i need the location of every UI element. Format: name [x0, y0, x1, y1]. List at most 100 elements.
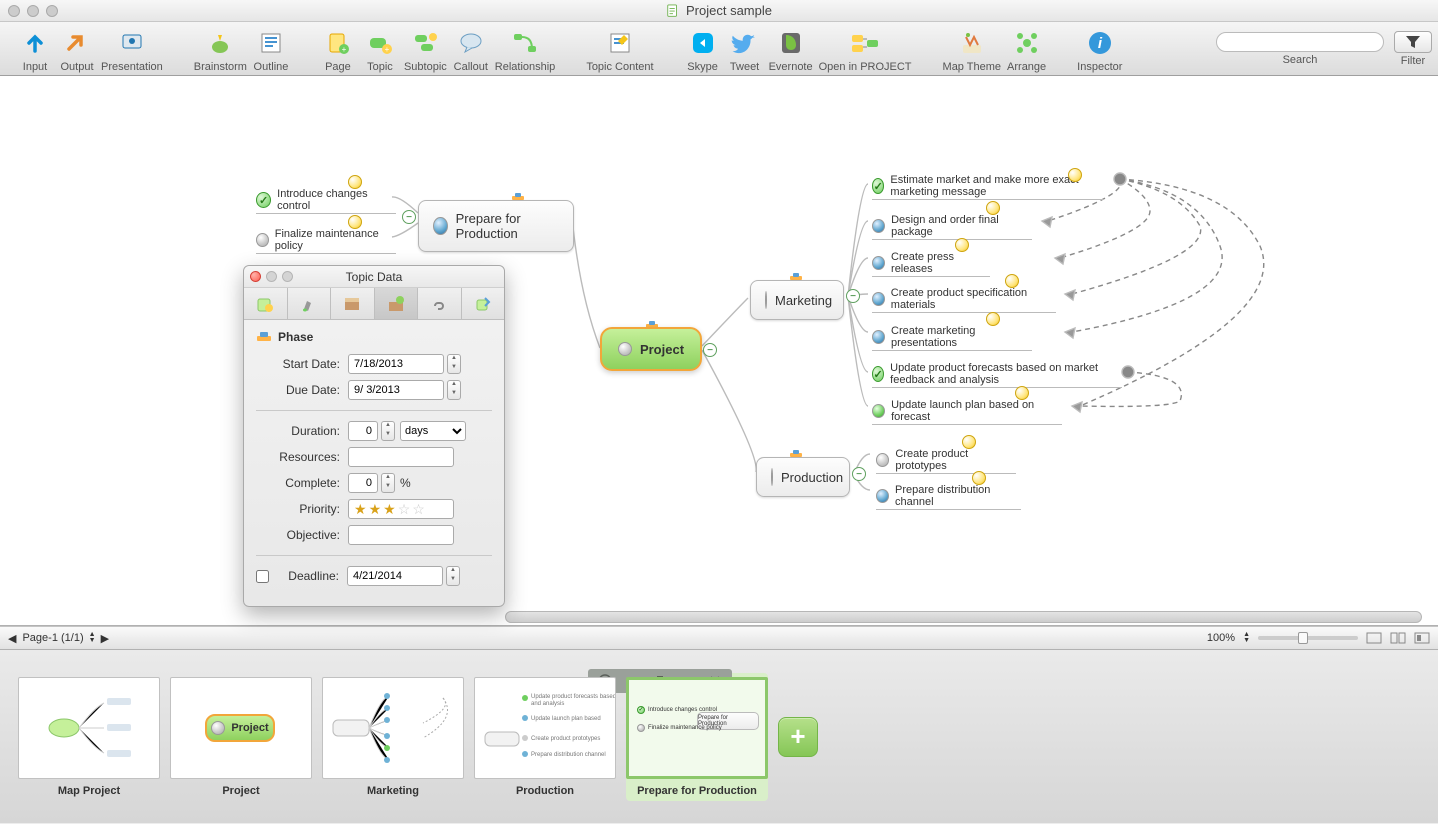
subitem[interactable]: Update launch plan based on forecast [872, 399, 1062, 423]
subitem[interactable]: Create product specification materials [872, 287, 1056, 311]
complete-label: Complete: [256, 476, 348, 490]
zoom-slider[interactable] [1258, 636, 1358, 640]
clock-icon [955, 238, 969, 252]
next-page-button[interactable]: ▶ [101, 632, 109, 645]
subitem[interactable]: Finalize maintenance policy [256, 228, 396, 252]
slide-thumbnail[interactable]: ProjectProject [170, 677, 312, 797]
outline-button[interactable]: Outline [250, 27, 292, 73]
slide-thumbnail[interactable]: Map Project [18, 677, 160, 797]
resources-label: Resources: [256, 450, 348, 464]
view-mode-3-icon[interactable] [1414, 631, 1430, 645]
close-icon[interactable] [250, 271, 261, 282]
objective-input[interactable] [348, 525, 454, 545]
search-label: Search [1283, 54, 1318, 66]
tab-export[interactable] [462, 288, 505, 319]
subitem[interactable]: Design and order final package [872, 214, 1032, 238]
due-date-label: Due Date: [256, 383, 348, 397]
tab-box[interactable] [331, 288, 375, 319]
brainstorm-button[interactable]: Brainstorm [191, 27, 250, 73]
due-date-input[interactable] [348, 380, 444, 400]
subitem[interactable]: Prepare distribution channel [876, 484, 1021, 508]
duration-unit-select[interactable]: days [400, 421, 466, 441]
deadline-checkbox[interactable] [256, 570, 269, 583]
node-marketing[interactable]: Marketing [750, 280, 844, 320]
clock-icon [348, 175, 362, 189]
complete-input[interactable] [348, 473, 378, 493]
clock-icon [962, 435, 976, 449]
clock-icon [1015, 386, 1029, 400]
slide-thumbnail[interactable]: Update product forecasts based on filean… [474, 677, 616, 797]
subitem[interactable]: Create press releases [872, 251, 990, 275]
presentation-button[interactable]: Presentation [98, 27, 166, 73]
tab-add[interactable] [244, 288, 288, 319]
toolbar: Input Output Presentation Brainstorm Out… [0, 22, 1438, 76]
stepper[interactable]: ▲▼ [381, 473, 395, 493]
check-icon: ✓ [256, 192, 271, 208]
tweet-button[interactable]: Tweet [724, 27, 766, 73]
root-node-project[interactable]: Project [600, 327, 702, 371]
topic-button[interactable]: +Topic [359, 27, 401, 73]
open-in-project-button[interactable]: Open in PROJECT [816, 27, 915, 73]
scrollbar-horizontal[interactable] [505, 611, 1422, 623]
collapse-icon[interactable]: − [402, 210, 416, 224]
stepper[interactable]: ▲▼ [447, 380, 461, 400]
stepper[interactable]: ▲▼ [447, 354, 461, 374]
duration-input[interactable] [348, 421, 378, 441]
priority-stars[interactable]: ★★★☆☆ [348, 499, 454, 519]
view-mode-2-icon[interactable] [1390, 631, 1406, 645]
start-date-input[interactable] [348, 354, 444, 374]
subtopic-button[interactable]: Subtopic [401, 27, 450, 73]
topic-content-button[interactable]: Topic Content [583, 27, 656, 73]
node-production[interactable]: Production [756, 457, 850, 497]
page-stepper[interactable]: ▲▼ [89, 632, 96, 644]
mindmap-canvas[interactable]: Project − Prepare for Production − ✓Intr… [0, 76, 1438, 626]
add-slide-button[interactable]: + [778, 717, 818, 757]
clock-icon [972, 471, 986, 485]
zoom-stepper[interactable]: ▲▼ [1243, 632, 1250, 644]
output-button[interactable]: Output [56, 27, 98, 73]
prev-page-button[interactable]: ◀ [8, 632, 16, 645]
duration-label: Duration: [256, 424, 348, 438]
clock-icon [986, 312, 1000, 326]
svg-text:Prepare distribution channel: Prepare distribution channel [531, 752, 606, 758]
check-icon: ✓ [872, 366, 884, 382]
slide-thumbnail[interactable]: Marketing [322, 677, 464, 797]
window-titlebar: Project sample [0, 0, 1438, 22]
stepper[interactable]: ▲▼ [446, 566, 460, 586]
subitem[interactable]: ✓Introduce changes control [256, 188, 396, 212]
collapse-icon[interactable]: − [703, 343, 717, 357]
popup-traffic-lights[interactable] [250, 271, 293, 282]
map-theme-button[interactable]: Map Theme [940, 27, 1005, 73]
arrange-button[interactable]: Arrange [1004, 27, 1049, 73]
tab-link[interactable] [418, 288, 462, 319]
search-input[interactable] [1216, 32, 1384, 52]
document-icon [666, 4, 680, 18]
evernote-button[interactable]: Evernote [766, 27, 816, 73]
deadline-label: Deadline: [275, 569, 347, 583]
node-prepare-production[interactable]: Prepare for Production [418, 200, 574, 252]
deadline-input[interactable] [347, 566, 443, 586]
subitem[interactable]: Create marketing presentations [872, 325, 1032, 349]
collapse-icon[interactable]: − [852, 467, 866, 481]
slide-thumbnail-selected[interactable]: Prepare for Production✓Introduce changes… [626, 673, 768, 801]
filter-button[interactable] [1394, 31, 1432, 53]
relationship-button[interactable]: Relationship [492, 27, 559, 73]
view-mode-1-icon[interactable] [1366, 631, 1382, 645]
tab-brush[interactable] [288, 288, 332, 319]
input-button[interactable]: Input [14, 27, 56, 73]
svg-text:+: + [342, 45, 347, 54]
subitem[interactable]: ✓Update product forecasts based on marke… [872, 362, 1122, 386]
resources-input[interactable] [348, 447, 454, 467]
skype-button[interactable]: Skype [682, 27, 724, 73]
subitem[interactable]: Create product prototypes [876, 448, 1016, 472]
svg-text:Update product forecasts based: Update product forecasts based on file [531, 694, 616, 700]
callout-button[interactable]: Callout [450, 27, 492, 73]
tab-schedule[interactable] [375, 288, 419, 319]
inspector-button[interactable]: iInspector [1074, 27, 1125, 73]
page-button[interactable]: +Page [317, 27, 359, 73]
svg-text:Update launch plan based: Update launch plan based [531, 716, 601, 722]
stepper[interactable]: ▲▼ [381, 421, 395, 441]
collapse-icon[interactable]: − [846, 289, 860, 303]
popup-tabs [244, 288, 504, 320]
topic-data-popup: Topic Data Phase Start Date:▲▼ Due Date:… [243, 265, 505, 607]
